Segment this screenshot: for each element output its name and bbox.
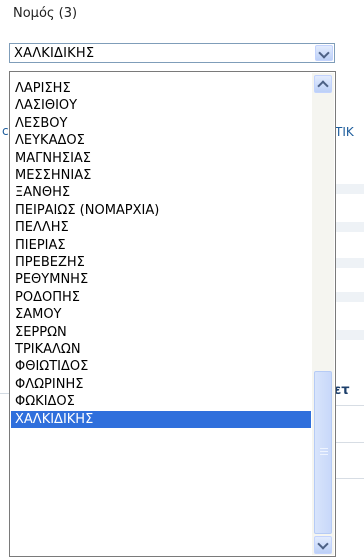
select-value: ΧΑΛΚΙΔΙΚΗΣ bbox=[14, 46, 95, 61]
background-row bbox=[335, 330, 364, 340]
background-divider bbox=[336, 405, 364, 406]
scroll-down-button[interactable] bbox=[314, 536, 332, 554]
background-divider bbox=[336, 442, 364, 443]
dropdown-option[interactable]: ΛΑΣΙΘΙΟΥ bbox=[11, 97, 311, 114]
chevron-down-icon bbox=[318, 47, 330, 59]
background-row bbox=[335, 222, 364, 232]
background-divider bbox=[336, 478, 364, 479]
dropdown-list[interactable]: ΛΑΡΙΣΗΣ ΛΑΣΙΘΙΟΥ ΛΕΣΒΟΥ ΛΕΥΚΑΔΟΣ ΜΑΓΝΗΣΙΑΣ ΜΕ… bbox=[9, 71, 336, 557]
dropdown-option[interactable]: ΠΡΕΒΕΖΗΣ bbox=[11, 254, 311, 271]
dropdown-option[interactable]: ΦΩΚΙΔΟΣ bbox=[11, 393, 311, 410]
dropdown-option[interactable]: ΞΑΝΘΗΣ bbox=[11, 184, 311, 201]
chevron-up-icon bbox=[317, 80, 329, 92]
dropdown-option[interactable]: ΦΘΙΩΤΙΔΟΣ bbox=[11, 358, 311, 375]
dropdown-option[interactable]: ΣΕΡΡΩΝ bbox=[11, 324, 311, 341]
chevron-down-icon bbox=[317, 538, 329, 550]
scrollbar-thumb[interactable] bbox=[314, 371, 332, 534]
dropdown-option[interactable]: ΛΕΣΒΟΥ bbox=[11, 115, 311, 132]
background-row bbox=[335, 292, 364, 302]
background-link-fragment: c bbox=[2, 124, 9, 138]
prefecture-select[interactable]: ΧΑΛΚΙΔΙΚΗΣ bbox=[9, 43, 335, 63]
dropdown-option[interactable]: ΠΕΙΡΑΙΩΣ (ΝΟΜΑΡΧΙΑ) bbox=[11, 202, 311, 219]
dropdown-option[interactable]: ΦΛΩΡΙΝΗΣ bbox=[11, 376, 311, 393]
dropdown-option[interactable]: ΡΟΔΟΠΗΣ bbox=[11, 289, 311, 306]
scroll-up-button[interactable] bbox=[314, 75, 332, 93]
dropdown-option[interactable]: ΛΑΡΙΣΗΣ bbox=[11, 80, 311, 97]
scrollbar[interactable] bbox=[312, 73, 334, 555]
background-text-fragment: ΤΙΚ bbox=[335, 125, 354, 139]
dropdown-option[interactable]: ΜΑΓΝΗΣΙΑΣ bbox=[11, 150, 311, 167]
scroll-grip bbox=[320, 448, 328, 449]
background-row bbox=[335, 184, 364, 194]
field-label: Νομός (3) bbox=[13, 6, 78, 21]
dropdown-option[interactable]: ΣΑΜΟΥ bbox=[11, 306, 311, 323]
dropdown-option[interactable]: ΜΕΣΣΗΝΙΑΣ bbox=[11, 167, 311, 184]
scroll-grip bbox=[320, 454, 328, 455]
background-row bbox=[335, 258, 364, 268]
dropdown-option[interactable]: ΧΑΛΚΙΔΙΚΗΣ bbox=[11, 410, 311, 428]
dropdown-option[interactable]: ΛΕΥΚΑΔΟΣ bbox=[11, 132, 311, 149]
dropdown-option[interactable]: ΤΡΙΚΑΛΩΝ bbox=[11, 341, 311, 358]
background-heading-fragment: ετ bbox=[334, 383, 350, 398]
dropdown-option[interactable]: ΡΕΘΥΜΝΗΣ bbox=[11, 271, 311, 288]
scroll-grip bbox=[320, 451, 328, 452]
dropdown-option[interactable]: ΠΕΛΛΗΣ bbox=[11, 219, 311, 236]
select-dropdown-button[interactable] bbox=[315, 45, 333, 61]
dropdown-option[interactable]: ΠΙΕΡΙΑΣ bbox=[11, 237, 311, 254]
